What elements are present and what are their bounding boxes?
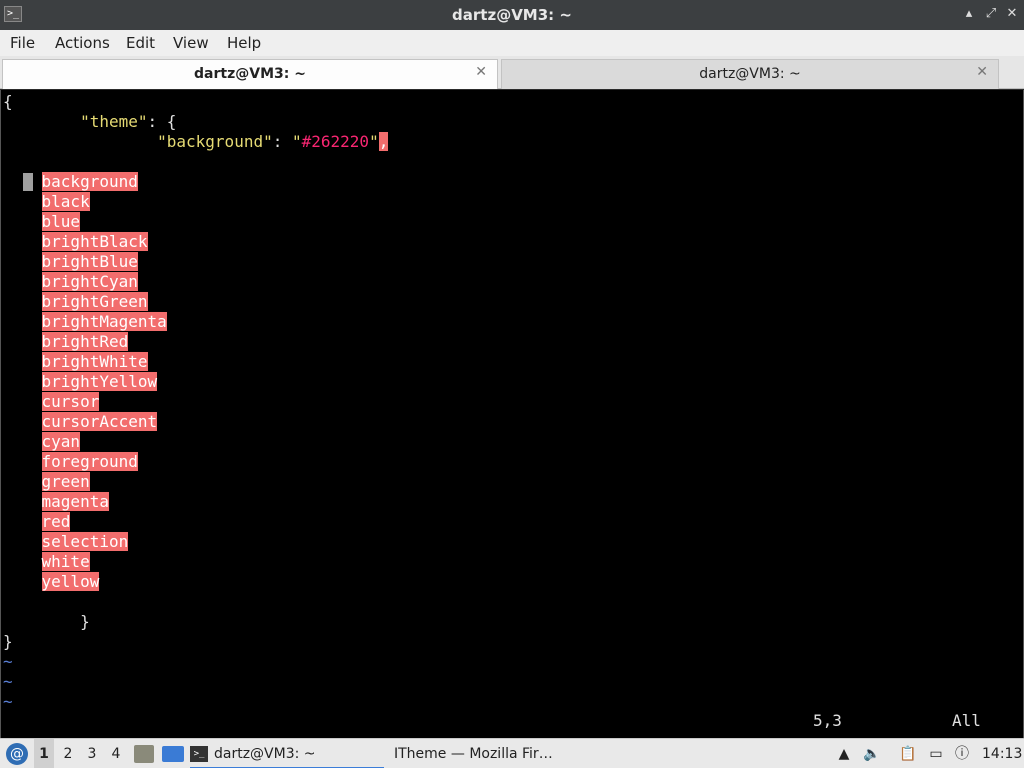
- code-line: "background": "#262220",: [157, 132, 389, 151]
- workspace-3[interactable]: 3: [82, 739, 102, 768]
- completion-item[interactable]: brightYellow: [3, 372, 158, 392]
- terminal-view[interactable]: { "theme": { "background": "#262220", ba…: [0, 90, 1024, 738]
- completion-item[interactable]: brightMagenta: [3, 312, 167, 332]
- code-line: }: [3, 632, 13, 651]
- completion-item[interactable]: selection: [3, 532, 129, 552]
- completion-item[interactable]: magenta: [3, 492, 109, 512]
- completion-item[interactable]: brightBlack: [3, 232, 148, 252]
- menu-help[interactable]: Help: [227, 34, 261, 52]
- completion-item[interactable]: foreground: [3, 452, 138, 472]
- update-icon[interactable]: ⓘ: [952, 739, 972, 768]
- completion-item-label: green: [41, 472, 90, 491]
- completion-item[interactable]: white: [3, 552, 90, 572]
- completion-item-label: brightRed: [41, 332, 129, 351]
- window-title: dartz@VM3: ~: [452, 6, 572, 24]
- completion-item-label: cursor: [41, 392, 100, 411]
- menu-file[interactable]: File: [10, 34, 35, 52]
- network-icon[interactable]: ▭: [926, 739, 946, 768]
- tab-close-icon[interactable]: ✕: [475, 64, 487, 80]
- tab-close-icon[interactable]: ✕: [976, 64, 988, 80]
- completion-item[interactable]: brightGreen: [3, 292, 148, 312]
- minimize-button[interactable]: ▴: [961, 6, 977, 22]
- window-titlebar: >_ dartz@VM3: ~ ▴ ⤢ ✕: [0, 0, 1024, 30]
- file-manager-icon[interactable]: [134, 745, 154, 763]
- task-label: ITheme — Mozilla Fir…: [394, 746, 553, 762]
- completion-item-label: brightMagenta: [41, 312, 167, 331]
- completion-item[interactable]: cyan: [3, 432, 81, 452]
- cursor-position: 5,3: [813, 711, 842, 730]
- completion-item[interactable]: black: [3, 192, 90, 212]
- completion-item-label: brightBlue: [41, 252, 138, 271]
- completion-item-label: brightWhite: [41, 352, 148, 371]
- completion-item-label: black: [41, 192, 90, 211]
- completion-item-label: brightYellow: [41, 372, 158, 391]
- completion-item[interactable]: yellow: [3, 572, 100, 592]
- debian-swirl-icon[interactable]: @: [6, 743, 28, 765]
- code-line: "theme": {: [80, 112, 177, 131]
- volume-icon[interactable]: 🔈: [862, 739, 882, 768]
- completion-item[interactable]: brightRed: [3, 332, 129, 352]
- tab-bar: dartz@VM3: ~ ✕ dartz@VM3: ~ ✕: [0, 56, 1024, 89]
- completion-item[interactable]: blue: [3, 212, 81, 232]
- completion-item[interactable]: brightBlue: [3, 252, 138, 272]
- empty-line-marker: ~: [3, 692, 13, 711]
- completion-item-label: brightCyan: [41, 272, 138, 291]
- completion-item-label: yellow: [41, 572, 100, 591]
- completion-item-label: cursorAccent: [41, 412, 158, 431]
- tray-up-icon[interactable]: ▲: [834, 739, 854, 768]
- tab-label: dartz@VM3: ~: [194, 66, 306, 82]
- completion-item-label: brightBlack: [41, 232, 148, 251]
- desktop-icon[interactable]: [162, 746, 184, 762]
- menu-actions[interactable]: Actions: [55, 34, 110, 52]
- code-line: }: [80, 612, 90, 631]
- completion-item[interactable]: brightCyan: [3, 272, 138, 292]
- workspace-1[interactable]: 1: [34, 739, 54, 768]
- completion-item[interactable]: brightWhite: [3, 352, 148, 372]
- completion-item-label: brightGreen: [41, 292, 148, 311]
- workspace-2[interactable]: 2: [58, 739, 78, 768]
- workspace-4[interactable]: 4: [106, 739, 126, 768]
- completion-item-label: background: [41, 172, 138, 191]
- completion-item-label: foreground: [41, 452, 138, 471]
- empty-line-marker: ~: [3, 652, 13, 671]
- completion-item-label: white: [41, 552, 90, 571]
- code-line: {: [3, 92, 13, 111]
- taskbar: @ 1 2 3 4 >_ dartz@VM3: ~ ITheme — Mozill…: [0, 738, 1024, 768]
- tab-label: dartz@VM3: ~: [699, 66, 801, 82]
- tab-terminal-1[interactable]: dartz@VM3: ~ ✕: [2, 59, 498, 89]
- completion-item[interactable]: cursor: [3, 392, 100, 412]
- tab-terminal-2[interactable]: dartz@VM3: ~ ✕: [501, 59, 999, 89]
- completion-item[interactable]: green: [3, 472, 90, 492]
- completion-item[interactable]: cursorAccent: [3, 412, 158, 432]
- clipboard-icon[interactable]: 📋: [898, 739, 918, 768]
- completion-item[interactable]: background: [3, 172, 138, 192]
- task-terminal[interactable]: >_ dartz@VM3: ~: [190, 739, 384, 768]
- maximize-button[interactable]: ⤢: [983, 6, 999, 22]
- task-label: dartz@VM3: ~: [214, 746, 316, 762]
- clock: 14:13: [982, 746, 1023, 762]
- completion-item[interactable]: red: [3, 512, 71, 532]
- completion-item-label: red: [41, 512, 71, 531]
- completion-item-label: cyan: [41, 432, 81, 451]
- menu-edit[interactable]: Edit: [126, 34, 155, 52]
- task-firefox[interactable]: ITheme — Mozilla Fir…: [394, 739, 594, 768]
- menu-view[interactable]: View: [173, 34, 209, 52]
- close-button[interactable]: ✕: [1004, 6, 1020, 22]
- terminal-icon: >_: [190, 746, 208, 762]
- scroll-position: All: [952, 711, 981, 730]
- completion-item-label: blue: [41, 212, 81, 231]
- completion-item-label: magenta: [41, 492, 109, 511]
- menu-bar: File Actions Edit View Help: [0, 30, 1024, 56]
- empty-line-marker: ~: [3, 672, 13, 691]
- completion-item-label: selection: [41, 532, 129, 551]
